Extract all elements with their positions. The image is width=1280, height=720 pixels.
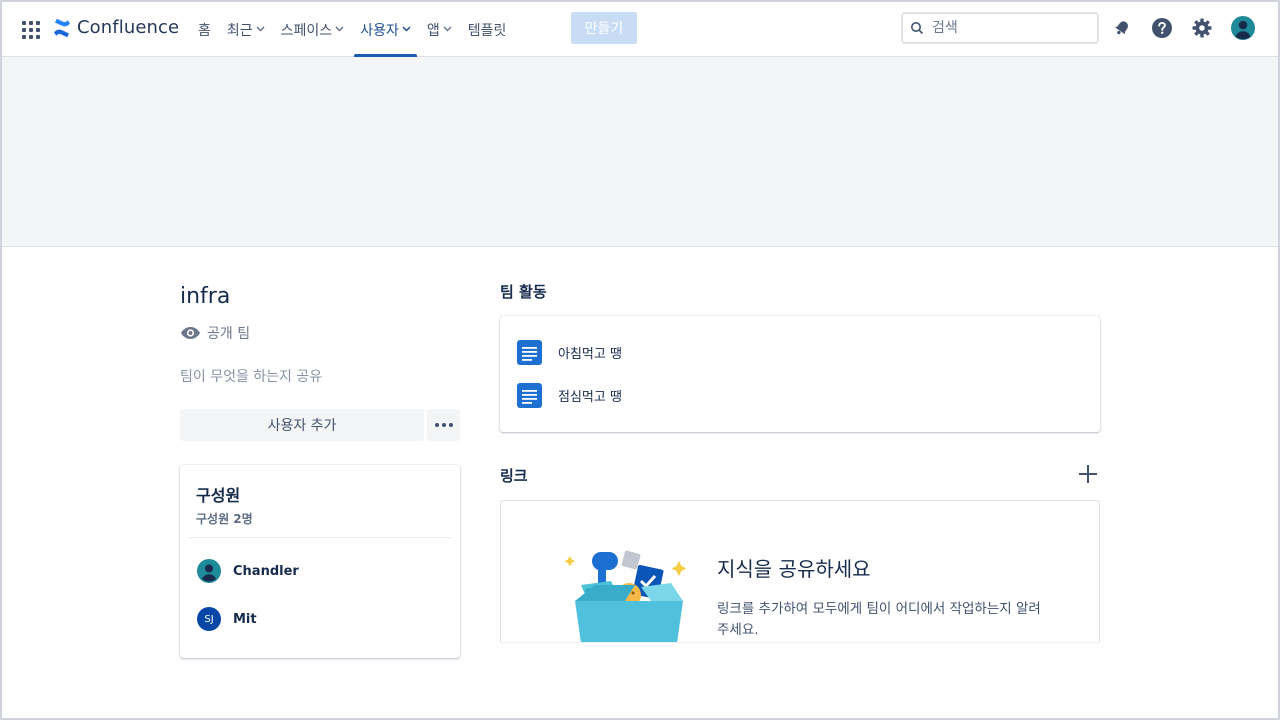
members-count: 구성원 2명: [196, 512, 253, 526]
search-input[interactable]: [932, 20, 1082, 36]
team-visibility: 공개 팀: [180, 323, 250, 343]
page-icon: [517, 340, 542, 365]
team-header-banner: [2, 57, 1278, 247]
chevron-down-icon: [335, 25, 344, 35]
chevron-down-icon: [402, 25, 411, 35]
nav-home[interactable]: 홈: [192, 2, 217, 57]
search-icon: [911, 22, 924, 35]
team-name: infra: [180, 284, 231, 309]
avatar: [197, 559, 221, 583]
activity-card: 아침먹고 땡 점심먹고 땡: [500, 316, 1100, 432]
add-user-button[interactable]: 사용자 추가: [180, 409, 424, 441]
activity-item[interactable]: 아침먹고 땡: [517, 340, 622, 365]
team-visibility-label: 공개 팀: [207, 326, 251, 342]
activity-item-title: 점심먹고 땡: [558, 390, 622, 405]
bell-icon[interactable]: [1110, 16, 1134, 40]
top-navigation: Confluence 홈 최근 스페이스 사용자 앱 템플릿 만들기 검색: [2, 2, 1278, 57]
avatar: SJ: [197, 607, 221, 631]
nav-apps[interactable]: 앱: [421, 2, 458, 57]
members-card: 구성원 구성원 2명 Chandler SJ Mit: [180, 465, 460, 658]
toolbox-illustration: [564, 550, 687, 642]
member-item[interactable]: Chandler: [197, 559, 299, 583]
nav-people-label: 사용자: [360, 22, 399, 39]
nav-people[interactable]: 사용자: [354, 2, 417, 57]
member-item[interactable]: SJ Mit: [197, 607, 257, 631]
links-card: 지식을 공유하세요 링크를 추가하여 모두에게 팀이 어디에서 작업하는지 알려…: [500, 500, 1100, 642]
more-actions-button[interactable]: [427, 409, 460, 441]
app-name: Confluence: [77, 17, 180, 38]
nav-spaces[interactable]: 스페이스: [275, 2, 351, 57]
nav-templates-label: 템플릿: [467, 22, 507, 39]
member-name: Chandler: [233, 563, 299, 579]
primary-nav: 홈 최근 스페이스 사용자 앱 템플릿: [192, 2, 516, 57]
nav-recent[interactable]: 최근: [221, 2, 271, 57]
chevron-down-icon: [256, 25, 265, 35]
links-empty-heading: 지식을 공유하세요: [717, 557, 871, 581]
member-name: Mit: [233, 611, 257, 627]
gear-icon[interactable]: [1190, 16, 1214, 40]
search-box[interactable]: [901, 12, 1099, 44]
confluence-logo[interactable]: Confluence: [52, 17, 179, 38]
nav-spaces-label: 스페이스: [280, 22, 333, 39]
confluence-logo-icon: [54, 18, 70, 37]
links-empty-description: 링크를 추가하여 모두에게 팀이 어디에서 작업하는지 알려주세요.: [717, 601, 1041, 638]
more-dots-icon: [434, 423, 439, 427]
nav-recent-label: 최근: [226, 22, 253, 39]
add-link-button[interactable]: [1077, 463, 1099, 485]
links-title: 링크: [500, 467, 528, 485]
activity-title: 팀 활동: [500, 283, 547, 301]
members-title: 구성원: [196, 486, 241, 505]
help-icon[interactable]: [1150, 16, 1174, 40]
team-description[interactable]: 팀이 무엇을 하는지 공유: [180, 366, 322, 386]
activity-item-title: 아침먹고 땡: [558, 347, 622, 362]
nav-templates[interactable]: 템플릿: [462, 2, 513, 57]
create-button[interactable]: 만들기: [571, 12, 637, 44]
page-icon: [517, 383, 542, 408]
activity-item[interactable]: 점심먹고 땡: [517, 383, 622, 408]
apps-grid-icon[interactable]: [22, 21, 40, 39]
avatar-icon[interactable]: [1230, 15, 1256, 41]
chevron-down-icon: [443, 25, 452, 35]
nav-apps-label: 앱: [426, 22, 440, 39]
divider: [188, 537, 452, 538]
nav-home-label: 홈: [198, 22, 211, 39]
plus-icon: [1079, 465, 1097, 483]
eye-icon: [181, 327, 200, 339]
